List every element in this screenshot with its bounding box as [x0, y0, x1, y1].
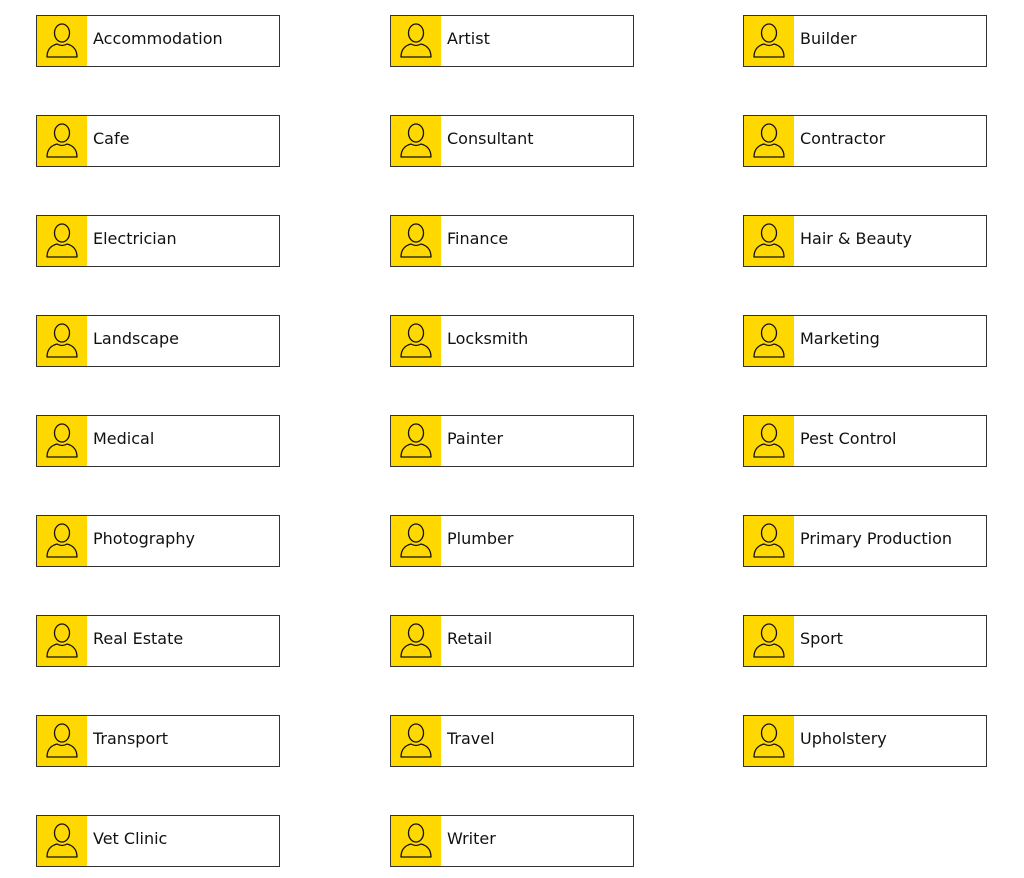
category-button[interactable]: Transport [36, 715, 280, 767]
category-button[interactable]: Plumber [390, 515, 634, 567]
user-icon [37, 816, 87, 866]
category-button[interactable]: Real Estate [36, 615, 280, 667]
category-button[interactable]: Builder [743, 15, 987, 67]
category-label: Hair & Beauty [800, 228, 913, 248]
category-label: Contractor [800, 128, 886, 148]
category-label: Transport [93, 728, 169, 748]
user-icon [744, 316, 794, 366]
user-icon [391, 416, 441, 466]
user-icon [744, 516, 794, 566]
category-label: Plumber [447, 528, 514, 548]
category-button[interactable]: Pest Control [743, 415, 987, 467]
category-label: Marketing [800, 328, 880, 348]
category-button[interactable]: Electrician [36, 215, 280, 267]
user-icon [37, 216, 87, 266]
category-label: Pest Control [800, 428, 897, 448]
user-icon [37, 16, 87, 66]
category-button[interactable]: Vet Clinic [36, 815, 280, 867]
category-label: Accommodation [93, 28, 223, 48]
user-icon [37, 316, 87, 366]
user-icon [37, 516, 87, 566]
category-label: Vet Clinic [93, 828, 168, 848]
category-button[interactable]: Painter [390, 415, 634, 467]
category-button[interactable]: Medical [36, 415, 280, 467]
category-label: Consultant [447, 128, 534, 148]
user-icon [391, 716, 441, 766]
user-icon [744, 116, 794, 166]
user-icon [391, 316, 441, 366]
category-button[interactable]: Contractor [743, 115, 987, 167]
user-icon [37, 716, 87, 766]
category-label: Locksmith [447, 328, 529, 348]
category-button[interactable]: Marketing [743, 315, 987, 367]
category-label: Cafe [93, 128, 130, 148]
category-label: Electrician [93, 228, 177, 248]
category-button[interactable]: Writer [390, 815, 634, 867]
user-icon [391, 516, 441, 566]
user-icon [391, 116, 441, 166]
category-label: Real Estate [93, 628, 184, 648]
category-label: Writer [447, 828, 496, 848]
category-label: Retail [447, 628, 493, 648]
category-label: Upholstery [800, 728, 887, 748]
category-button[interactable]: Landscape [36, 315, 280, 367]
category-label: Painter [447, 428, 504, 448]
category-button[interactable]: Retail [390, 615, 634, 667]
category-label: Photography [93, 528, 195, 548]
category-label: Landscape [93, 328, 179, 348]
user-icon [37, 116, 87, 166]
category-button[interactable]: Travel [390, 715, 634, 767]
user-icon [744, 216, 794, 266]
category-button[interactable]: Hair & Beauty [743, 215, 987, 267]
category-label: Finance [447, 228, 509, 248]
user-icon [744, 16, 794, 66]
category-button[interactable]: Consultant [390, 115, 634, 167]
category-label: Medical [93, 428, 155, 448]
category-button[interactable]: Photography [36, 515, 280, 567]
user-icon [37, 416, 87, 466]
category-button[interactable]: Cafe [36, 115, 280, 167]
category-button[interactable]: Upholstery [743, 715, 987, 767]
user-icon [391, 216, 441, 266]
category-label: Primary Production [800, 528, 953, 548]
category-label: Artist [447, 28, 490, 48]
category-button[interactable]: Finance [390, 215, 634, 267]
user-icon [37, 616, 87, 666]
category-button[interactable]: Accommodation [36, 15, 280, 67]
user-icon [744, 716, 794, 766]
user-icon [744, 616, 794, 666]
user-icon [391, 816, 441, 866]
category-button[interactable]: Sport [743, 615, 987, 667]
category-button[interactable]: Artist [390, 15, 634, 67]
category-label: Travel [447, 728, 495, 748]
category-label: Builder [800, 28, 857, 48]
user-icon [744, 416, 794, 466]
user-icon [391, 616, 441, 666]
category-button[interactable]: Locksmith [390, 315, 634, 367]
category-button[interactable]: Primary Production [743, 515, 987, 567]
user-icon [391, 16, 441, 66]
category-label: Sport [800, 628, 843, 648]
